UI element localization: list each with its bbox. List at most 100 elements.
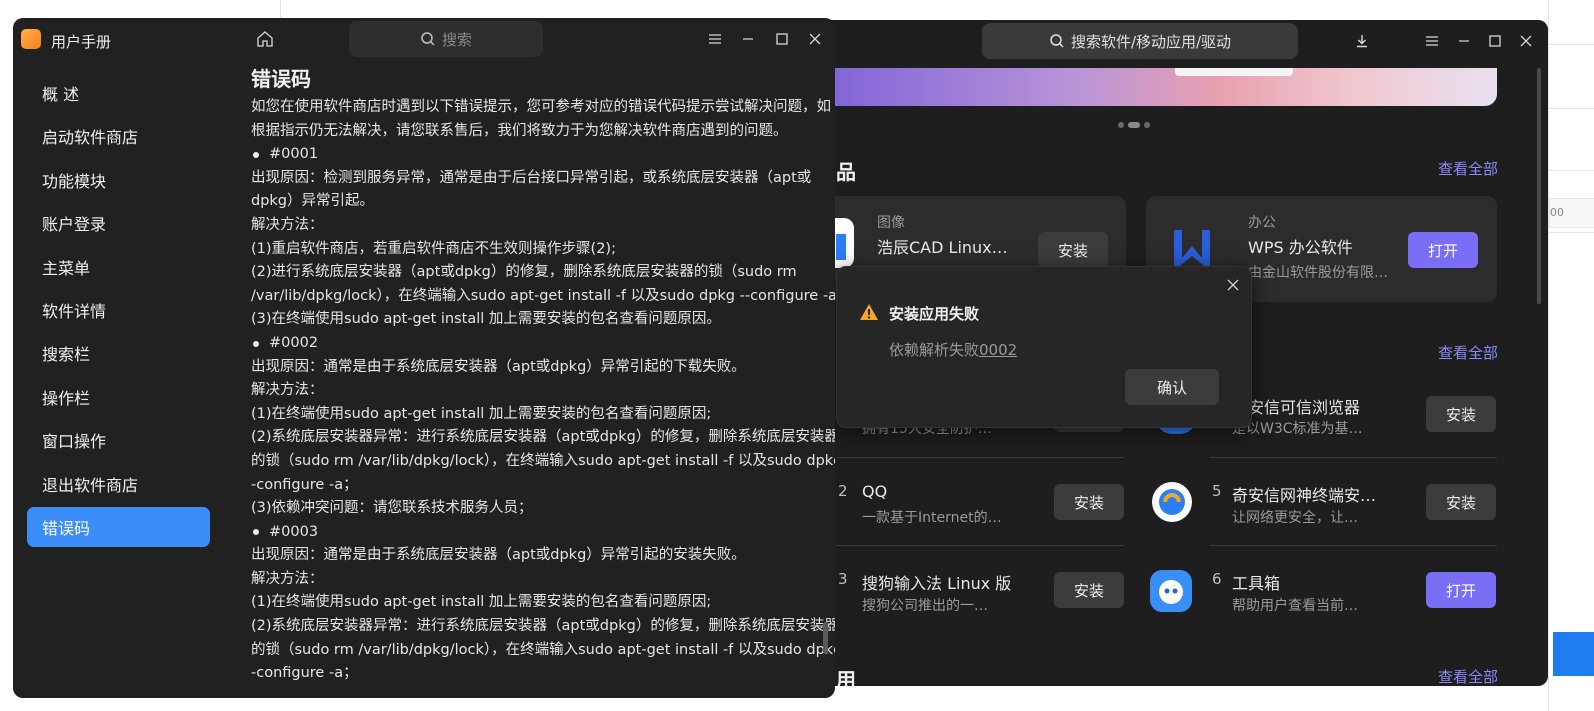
search-icon — [421, 32, 435, 46]
background-window-right: 00 — [1548, 0, 1594, 711]
home-icon[interactable] — [256, 30, 274, 48]
content-line: /var/lib/dpkg/lock），在终端输入sudo apt-get in… — [251, 287, 835, 304]
store-scrollbar[interactable] — [1537, 68, 1541, 304]
app-desc: 是以W3C标准为基… — [1232, 421, 1363, 437]
rank-number: 3 — [838, 570, 848, 588]
sidebar-item[interactable]: 主菜单 — [27, 247, 210, 287]
content-line: 出现原因：通常是由于系统底层安装器（apt或dpkg）异常引起的下载失败。 — [251, 358, 746, 375]
manual-logo-icon — [21, 29, 41, 49]
install-button[interactable]: 安装 — [1426, 484, 1496, 520]
row-divider — [1210, 457, 1497, 458]
app-desc: 搜狗公司推出的一… — [862, 598, 988, 614]
bg-divider — [1549, 170, 1594, 171]
pagination-dot[interactable] — [1118, 122, 1124, 128]
sidebar-item[interactable]: 搜索栏 — [27, 333, 210, 373]
sidebar-item[interactable]: 软件详情 — [27, 290, 210, 330]
content-line: 解决方法： — [251, 570, 324, 587]
sidebar-item[interactable]: 退出软件商店 — [27, 464, 210, 504]
dialog-title: 安装应用失败 — [889, 305, 980, 323]
content-line: -configure -a； — [251, 665, 358, 682]
error-code-item: #0001 — [251, 143, 811, 167]
content-line: 根据指示仍无法解决，请您联系售后，我们将致力于为您解决软件商店遇到的问题。 — [251, 122, 788, 139]
search-placeholder: 搜索 — [441, 30, 472, 49]
install-button[interactable]: 安装 — [1054, 572, 1124, 608]
menu-icon[interactable] — [1421, 30, 1443, 52]
bg-divider — [1549, 232, 1594, 233]
pagination-dot-active[interactable] — [1128, 122, 1140, 128]
section-title: 品 — [836, 160, 856, 184]
sidebar-item[interactable]: 窗口操作 — [27, 420, 210, 460]
app-name: 工具箱 — [1232, 574, 1281, 593]
install-failed-dialog: 安装应用失败 依赖解析失败0002 确认 — [836, 266, 1252, 428]
app-desc: 帮助用户查看当前… — [1232, 598, 1358, 614]
content-scrollbar[interactable] — [823, 622, 828, 654]
sidebar-item[interactable]: 操作栏 — [27, 377, 210, 417]
minimize-icon[interactable] — [1453, 30, 1475, 52]
sidebar-item[interactable]: 启动软件商店 — [27, 116, 210, 156]
content-line: 的锁（sudo rm /var/lib/dpkg/lock），在终端输入sudo… — [251, 641, 835, 658]
section-title: 用 — [836, 668, 856, 686]
maximize-icon[interactable] — [1484, 30, 1506, 52]
see-all-link[interactable]: 查看全部 — [1438, 342, 1498, 363]
open-button[interactable]: 打开 — [1408, 232, 1478, 268]
banner-badge — [1175, 68, 1293, 76]
see-all-link[interactable]: 查看全部 — [1438, 666, 1498, 686]
promo-banner[interactable] — [800, 68, 1497, 106]
content-line: 解决方法： — [251, 216, 324, 233]
see-all-link[interactable]: 查看全部 — [1438, 158, 1498, 179]
sidebar-item[interactable]: 概 述 — [27, 73, 210, 113]
row-divider — [836, 545, 1124, 546]
content-line: 解决方法： — [251, 382, 324, 399]
rank-number: 5 — [1212, 482, 1222, 500]
sidebar-item[interactable]: 功能模块 — [27, 160, 210, 200]
content-line: (3)在终端使用sudo apt-get install 加上需要安装的包名查看… — [251, 311, 721, 328]
menu-icon[interactable] — [704, 28, 726, 50]
app-name: QQ — [862, 482, 888, 501]
maximize-icon[interactable] — [771, 28, 793, 50]
install-button[interactable]: 安装 — [1054, 484, 1124, 520]
bg-divider — [1549, 44, 1594, 45]
content-line: (3)依赖冲突问题：请您联系技术服务人员； — [251, 500, 533, 517]
content-line: 出现原因：检测到服务异常，通常是由于后台接口异常引起，或系统底层安装器（apt或 — [251, 169, 812, 186]
install-button[interactable]: 安装 — [1038, 232, 1108, 268]
qianxin-icon — [1152, 482, 1192, 522]
row-divider — [1210, 545, 1497, 546]
dialog-close-icon[interactable] — [1225, 277, 1241, 293]
content-title: 错误码 — [251, 67, 311, 91]
minimize-icon[interactable] — [737, 28, 759, 50]
install-button[interactable]: 安装 — [1426, 396, 1496, 432]
app-name: 搜狗输入法 Linux 版 — [862, 574, 1012, 593]
confirm-button[interactable]: 确认 — [1125, 369, 1219, 405]
sidebar-item[interactable]: 错误码 — [27, 507, 210, 547]
manual-content: 错误码 如您在使用软件商店时遇到以下错误提示，您可参考对应的错误代码提示尝试解决… — [251, 66, 835, 686]
store-titlebar: 搜索软件/移动应用/驱动 — [800, 20, 1548, 68]
dialog-message: 依赖解析失败0002 — [889, 339, 1017, 360]
rank-number: 2 — [838, 482, 848, 500]
error-code-item: #0002 — [251, 332, 811, 356]
pagination-dot[interactable] — [1144, 122, 1150, 128]
sidebar-item[interactable]: 账户登录 — [27, 203, 210, 243]
content-line: (2)进行系统底层安装器（apt或dpkg）的修复，删除系统底层安装器的锁（su… — [251, 264, 797, 281]
app-desc: 由金山软件股份有限… — [1248, 265, 1388, 281]
error-code-link[interactable]: 0002 — [979, 341, 1017, 359]
close-icon[interactable] — [804, 28, 826, 50]
app-name: 奇安信网神终端安… — [1232, 486, 1377, 505]
close-icon[interactable] — [1515, 30, 1537, 52]
content-line: 出现原因：通常是由于系统底层安装器（apt或dpkg）异常引起的安装失败。 — [251, 547, 746, 564]
window-title: 用户手册 — [51, 33, 112, 51]
app-category: 办公 — [1248, 215, 1276, 231]
download-icon[interactable] — [1351, 30, 1373, 52]
user-manual-window: 用户手册 搜索 概 述启动软件商店 功能模块 账户登录 主菜单 软件详情 搜索栏 操作栏 窗口… — [13, 18, 835, 698]
content-line: 的锁（sudo rm /var/lib/dpkg/lock），在终端输入sudo… — [251, 452, 835, 469]
cad-icon — [836, 234, 846, 260]
app-desc: 一款基于Internet的… — [862, 510, 1002, 526]
app-name: WPS 办公软件 — [1248, 238, 1353, 257]
manual-search-input[interactable]: 搜索 — [349, 21, 543, 57]
store-search-input[interactable]: 搜索软件/移动应用/驱动 — [982, 23, 1298, 59]
content-line: 如您在使用软件商店时遇到以下错误提示，您可参考对应的错误代码提示尝试解决问题，如 — [251, 99, 831, 115]
content-line: dpkg）异常引起。 — [251, 193, 375, 210]
toolbox-icon — [1150, 570, 1192, 612]
error-code-item: #0003 — [251, 521, 811, 545]
wps-icon — [1170, 226, 1214, 270]
open-button[interactable]: 打开 — [1426, 572, 1496, 608]
